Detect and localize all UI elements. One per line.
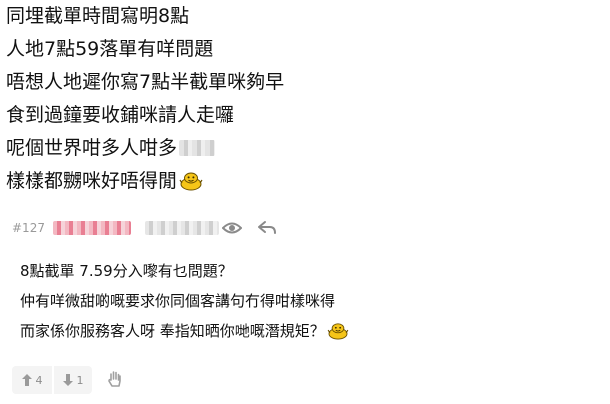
redacted-text — [179, 140, 216, 156]
post-line: 呢個世界咁多人咁多 — [6, 136, 216, 160]
redacted-username[interactable] — [52, 221, 131, 235]
upvote-count: 4 — [35, 373, 43, 387]
upvote-button[interactable]: 4 — [12, 366, 52, 394]
redacted-timestamp — [144, 221, 219, 235]
post-line: 食到過鐘要收鋪咪請人走囉 — [6, 104, 235, 126]
downvote-count: 1 — [76, 373, 84, 387]
thumb-up-icon — [21, 374, 32, 386]
post-line: 唔想人地遲你寫7點半截單咪夠早 — [6, 71, 285, 93]
reply-header: #127 — [12, 216, 219, 240]
seal-emoji-icon — [179, 171, 203, 191]
post-line: 同埋截單時間寫明8點 — [6, 5, 190, 27]
reply-line: 仲有咩微甜啲嘅要求你同個客講句冇得咁樣咪得 — [20, 292, 336, 310]
post-line: 人地7點59落單有咩問題 — [6, 38, 214, 60]
eye-icon[interactable] — [222, 219, 242, 237]
reply-line: 8點截單 7.59分入嚟有乜問題？ — [20, 262, 233, 280]
thumb-down-icon — [62, 374, 73, 386]
reply-arrow-icon[interactable] — [257, 220, 277, 236]
hand-icon[interactable] — [107, 370, 123, 388]
post-line: 樣樣都嬲咪好唔得閒 — [6, 169, 203, 193]
downvote-button[interactable]: 1 — [54, 366, 92, 394]
reply-line: 而家係你服務客人呀 奉指知晒你哋嘅潛規矩？ — [20, 321, 349, 341]
seal-emoji-icon — [327, 322, 349, 340]
post-number[interactable]: #127 — [12, 221, 45, 235]
